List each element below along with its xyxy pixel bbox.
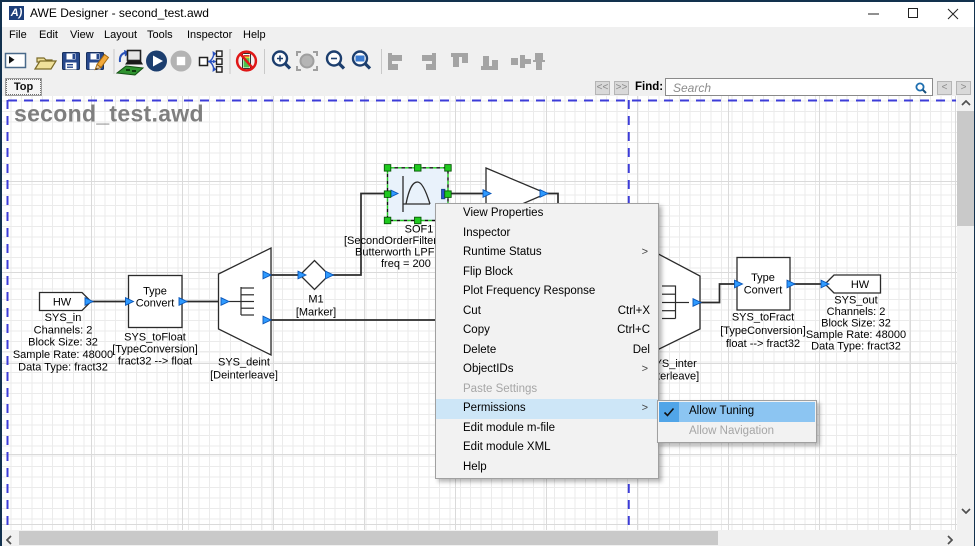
svg-text:fract32 --> float: fract32 --> float [118,355,192,367]
svg-text:SYS_deint: SYS_deint [218,356,270,368]
svg-text:SYS_out: SYS_out [834,294,877,306]
svg-text:Channels: 2: Channels: 2 [827,306,886,318]
svg-text:Data Type: fract32: Data Type: fract32 [18,361,108,373]
svg-text:Convert: Convert [136,297,175,309]
svg-text:Sample Rate: 48000: Sample Rate: 48000 [806,329,906,341]
svg-text:M1: M1 [308,293,323,305]
svg-text:[TypeConversion]: [TypeConversion] [720,325,806,337]
svg-text:Data Type: fract32: Data Type: fract32 [811,340,901,352]
svg-text:[TypeConversion]: [TypeConversion] [112,343,198,355]
svg-text:Block Size: 32: Block Size: 32 [28,336,98,348]
svg-text:freq = 200: freq = 200 [381,258,431,270]
svg-text:Channels: 2: Channels: 2 [34,324,93,336]
svg-text:second_test.awd: second_test.awd [14,101,204,127]
svg-text:SYS_toFract: SYS_toFract [732,311,794,323]
svg-text:SYS_toFloat: SYS_toFloat [124,331,186,343]
svg-text:HW: HW [851,279,870,291]
svg-text:float --> fract32: float --> fract32 [726,338,800,350]
svg-text:SOF1: SOF1 [405,223,434,235]
svg-text:Convert: Convert [744,284,783,296]
svg-text:[Marker]: [Marker] [296,306,336,318]
svg-text:[Deinterleave]: [Deinterleave] [210,369,278,381]
svg-text:Type: Type [143,285,167,297]
svg-text:Block Size: 32: Block Size: 32 [821,317,891,329]
svg-text:Sample Rate: 48000: Sample Rate: 48000 [13,349,113,361]
svg-text:HW: HW [53,296,72,308]
svg-text:Butterworth LPF: Butterworth LPF [355,246,435,258]
svg-text:SYS_in: SYS_in [45,312,82,324]
svg-text:Type: Type [751,272,775,284]
